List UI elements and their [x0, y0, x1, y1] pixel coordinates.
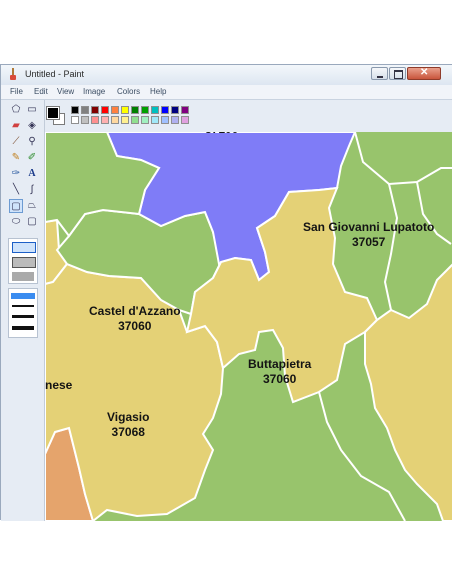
palette-swatch[interactable]: [81, 106, 89, 114]
label-vigasio: Vigasio 37068: [107, 410, 149, 440]
palette-swatch[interactable]: [81, 116, 89, 124]
palette-swatch[interactable]: [91, 116, 99, 124]
maximize-button[interactable]: [389, 67, 406, 80]
palette-swatch[interactable]: [161, 106, 169, 114]
paint-window: Untitled - Paint ✕ File Edit View Image …: [0, 64, 452, 521]
rect-select-icon[interactable]: ▭: [25, 103, 39, 117]
fill-style-options: [8, 238, 38, 284]
palette-swatch[interactable]: [121, 116, 129, 124]
minimize-icon: [377, 76, 383, 78]
line-width-1[interactable]: [11, 293, 35, 299]
maximize-icon: [394, 70, 403, 79]
brush-icon[interactable]: ✐: [25, 151, 39, 165]
eraser-icon[interactable]: ▰: [9, 119, 23, 133]
palette-swatch[interactable]: [101, 116, 109, 124]
menu-edit[interactable]: Edit: [34, 87, 48, 96]
palette-swatch[interactable]: [71, 106, 79, 114]
region-name: Vigasio: [107, 410, 150, 424]
window-title: Untitled - Paint: [25, 69, 85, 79]
palette-swatch[interactable]: [151, 116, 159, 124]
label-castel-dazzano: Castel d'Azzano 37060: [89, 304, 181, 334]
region-cap: 37057: [351, 235, 386, 249]
title-bar[interactable]: Untitled - Paint ✕: [1, 65, 452, 85]
region-name: Castel d'Azzano: [89, 304, 181, 318]
palette-swatch[interactable]: [111, 116, 119, 124]
close-button[interactable]: ✕: [407, 67, 441, 80]
free-select-icon[interactable]: ⬠: [9, 103, 23, 117]
palette-swatch[interactable]: [131, 106, 139, 114]
current-colors[interactable]: [45, 105, 67, 127]
palette-swatch[interactable]: [141, 106, 149, 114]
rectangle-icon[interactable]: ▢: [9, 199, 23, 213]
palette-swatch[interactable]: [91, 106, 99, 114]
fill-both-option[interactable]: [12, 257, 36, 268]
line-icon[interactable]: ╲: [9, 183, 23, 197]
palette-swatch[interactable]: [161, 116, 169, 124]
line-width-2[interactable]: [12, 305, 34, 307]
menu-file[interactable]: File: [10, 87, 23, 96]
palette-swatch[interactable]: [151, 106, 159, 114]
rounded-rect-icon[interactable]: ▢: [25, 215, 39, 229]
curve-icon[interactable]: ∫: [25, 183, 39, 197]
text-icon[interactable]: A: [25, 167, 39, 181]
region-cap: 37060: [262, 372, 297, 386]
close-icon: ✕: [420, 67, 429, 78]
palette-swatch[interactable]: [141, 116, 149, 124]
menu-bar: File Edit View Image Colors Help: [1, 85, 452, 100]
region-name: nese: [45, 378, 73, 392]
palette-swatch[interactable]: [181, 106, 189, 114]
label-san-giovanni-lupatoto: San Giovanni Lupatoto 37057: [303, 220, 434, 250]
palette-swatch[interactable]: [181, 116, 189, 124]
airbrush-icon[interactable]: ✑: [9, 167, 23, 181]
line-width-options: [8, 288, 38, 338]
polygon-icon[interactable]: ⏢: [25, 199, 39, 213]
region-name: Buttapietra: [248, 357, 312, 371]
tool-box: ⬠ ▭ ▰ ◈ ⟋ ⚲ ✎ ✐ ✑ A ╲ ∫ ▢ ⏢ ⬭ ▢: [1, 100, 45, 521]
fill-bucket-icon[interactable]: ◈: [25, 119, 39, 133]
menu-help[interactable]: Help: [150, 87, 166, 96]
label-cut-off-top: 37100: [205, 132, 238, 138]
drawing-canvas[interactable]: San Giovanni Lupatoto 37057 Castel d'Azz…: [45, 132, 452, 521]
region-cap: 37068: [111, 425, 145, 439]
region-name: San Giovanni Lupatoto: [303, 220, 435, 234]
palette-swatch[interactable]: [171, 106, 179, 114]
foreground-color[interactable]: [46, 106, 60, 120]
fill-solid-option[interactable]: [12, 272, 34, 281]
palette-swatch[interactable]: [171, 116, 179, 124]
minimize-button[interactable]: [371, 67, 388, 80]
ellipse-icon[interactable]: ⬭: [9, 215, 23, 229]
pencil-icon[interactable]: ✎: [9, 151, 23, 165]
magnifier-icon[interactable]: ⚲: [25, 135, 39, 149]
line-width-3[interactable]: [12, 315, 34, 318]
palette-swatch[interactable]: [121, 106, 129, 114]
region-cap: 37100: [205, 132, 238, 137]
palette-swatch[interactable]: [131, 116, 139, 124]
menu-image[interactable]: Image: [83, 87, 105, 96]
palette-swatch[interactable]: [111, 106, 119, 114]
fill-outline-option[interactable]: [12, 242, 36, 253]
palette-swatch[interactable]: [101, 106, 109, 114]
menu-colors[interactable]: Colors: [117, 87, 140, 96]
line-width-4[interactable]: [12, 326, 34, 330]
color-box: [1, 100, 452, 132]
label-nese: nese: [45, 378, 72, 393]
region-cap: 37060: [118, 319, 152, 333]
menu-view[interactable]: View: [57, 87, 74, 96]
label-buttapietra: Buttapietra 37060: [248, 357, 311, 387]
palette-swatch[interactable]: [71, 116, 79, 124]
color-picker-icon[interactable]: ⟋: [9, 135, 23, 149]
paint-app-icon: [10, 68, 16, 80]
